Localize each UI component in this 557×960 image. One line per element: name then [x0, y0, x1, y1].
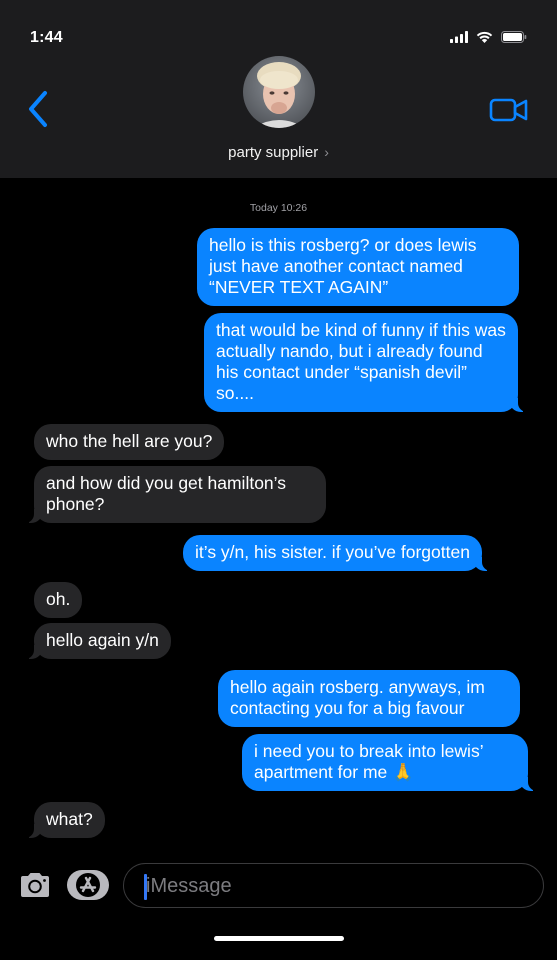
video-camera-icon	[489, 98, 528, 122]
chevron-left-icon	[29, 91, 47, 127]
conversation-header: 1:44 party supplier ›	[0, 0, 557, 178]
wifi-icon	[476, 31, 493, 43]
imessage-input-placeholder: iMessage	[146, 875, 232, 897]
message-bubble-received[interactable]: oh.	[34, 582, 83, 618]
cellular-signal-icon	[450, 31, 468, 43]
imessage-input[interactable]: iMessage	[123, 863, 544, 908]
back-button[interactable]	[26, 90, 52, 128]
contact-name-label: party supplier	[228, 144, 319, 161]
message-bubble-received[interactable]: hello again y/n	[22, 623, 171, 659]
message-bubble-sent[interactable]: it’s y/n, his sister. if you’ve forgotte…	[183, 535, 494, 571]
message-bubble-sent[interactable]: hello again rosberg. anyways, im contact…	[218, 670, 520, 727]
message-timestamp: Today 10:26	[249, 202, 308, 214]
app-store-icon	[67, 870, 109, 900]
chevron-right-icon: ›	[324, 144, 329, 160]
status-time: 1:44	[30, 29, 63, 46]
facetime-video-button[interactable]	[489, 96, 529, 124]
message-bubble-received[interactable]: who the hell are you?	[34, 424, 225, 460]
avatar-photo	[243, 56, 315, 128]
battery-icon	[501, 31, 527, 43]
camera-button[interactable]	[18, 871, 52, 899]
contact-name[interactable]: party supplier ›	[0, 144, 557, 161]
message-bubble-sent[interactable]: i need you to break into lewis’ apartmen…	[242, 734, 540, 791]
app-store-button[interactable]	[66, 869, 110, 901]
camera-icon	[21, 873, 49, 897]
message-bubble-sent[interactable]: that would be kind of funny if this was …	[204, 313, 530, 412]
status-icons	[450, 31, 527, 43]
home-indicator[interactable]	[214, 936, 344, 941]
status-bar: 1:44	[0, 0, 557, 60]
message-bubble-received[interactable]: what?	[22, 802, 105, 838]
message-bubble-received[interactable]: and how did you get hamilton’s phone?	[22, 466, 326, 523]
message-bubble-sent[interactable]: hello is this rosberg? or does lewis jus…	[197, 228, 519, 306]
contact-avatar[interactable]	[243, 56, 315, 128]
